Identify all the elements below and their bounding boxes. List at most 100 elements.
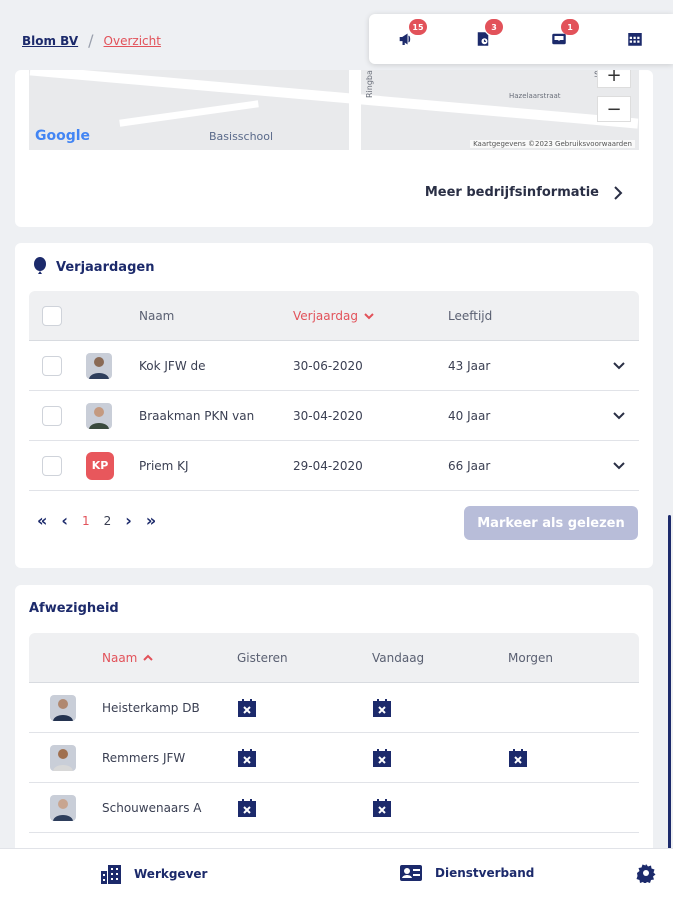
birthday-date: 30-06-2020	[293, 358, 363, 373]
birthdays-title-text: Verjaardagen	[56, 259, 155, 275]
employer-nav-button[interactable]: Werkgever	[100, 863, 207, 885]
inbox-badge: 1	[561, 19, 579, 35]
breadcrumb-separator: /	[88, 31, 94, 50]
building-icon	[101, 865, 121, 884]
employee-age: 66 Jaar	[448, 458, 491, 473]
page-1-button[interactable]: 1	[82, 514, 90, 528]
employee-name: Priem KJ	[139, 458, 189, 473]
employee-age: 40 Jaar	[448, 408, 491, 423]
column-header-name[interactable]: Naam	[139, 309, 174, 323]
first-page-button[interactable]: «	[37, 511, 47, 530]
table-row: Remmers JFW	[29, 733, 639, 783]
birthday-date: 30-04-2020	[293, 408, 363, 423]
avatar-initials: KP	[86, 451, 114, 480]
column-header-age[interactable]: Leeftijd	[448, 309, 492, 323]
scrollbar-thumb[interactable]	[668, 515, 671, 855]
map-road	[349, 70, 361, 150]
column-header-birthday-label: Verjaardag	[293, 308, 358, 323]
employment-nav-button[interactable]: Dienstverband	[399, 863, 534, 883]
employee-name: Braakman PKN van	[139, 408, 255, 423]
table-row: Schouwenaars A	[29, 783, 639, 833]
bottom-navigation: Werkgever Dienstverband	[0, 848, 673, 900]
chevron-down-icon[interactable]	[613, 411, 625, 420]
employee-name: Remmers JFW	[102, 750, 186, 765]
employment-nav-label: Dienstverband	[435, 866, 535, 880]
documents-badge: 3	[485, 19, 503, 35]
absent-calendar-icon	[509, 748, 527, 767]
gear-icon	[636, 864, 656, 883]
birthdays-table: Naam Verjaardag Leeftijd Kok JFW de 30-0…	[29, 291, 639, 491]
map-attribution[interactable]: Kaartgegevens ©2023 Gebruiksvoorwaarden	[470, 140, 635, 148]
pagination: « ‹ 1 2 › »	[37, 511, 156, 530]
birthday-date: 29-04-2020	[293, 458, 363, 473]
select-all-checkbox[interactable]	[42, 305, 62, 326]
row-checkbox[interactable]	[42, 455, 62, 476]
table-row[interactable]: Kok JFW de 30-06-2020 43 Jaar	[29, 341, 639, 391]
chevron-down-icon[interactable]	[613, 361, 625, 370]
calendar-button[interactable]	[619, 23, 651, 55]
breadcrumb: Blom BV / Overzicht	[22, 31, 161, 50]
balloon-icon	[34, 257, 46, 274]
page-2-button[interactable]: 2	[104, 514, 112, 528]
avatar	[86, 352, 112, 379]
absent-calendar-icon	[238, 748, 256, 767]
absent-calendar-icon	[238, 698, 256, 717]
next-page-button[interactable]: ›	[125, 511, 132, 530]
column-header-name[interactable]: Naam	[102, 650, 154, 665]
avatar	[50, 744, 76, 771]
table-header: Naam Gisteren Vandaag Morgen	[29, 633, 639, 683]
employee-name: Kok JFW de	[139, 358, 206, 373]
map-zoom-out-button[interactable]: −	[597, 96, 631, 122]
id-card-icon	[400, 865, 422, 881]
company-info-card: Ringbaan West Hazelaarstraat Basisschool…	[15, 70, 653, 227]
table-row: Heisterkamp DB	[29, 683, 639, 733]
table-header: Naam Verjaardag Leeftijd	[29, 291, 639, 341]
employee-age: 43 Jaar	[448, 358, 491, 373]
avatar	[50, 794, 76, 821]
employee-name: Heisterkamp DB	[102, 700, 200, 715]
announcements-button[interactable]: 15	[391, 19, 427, 55]
announcements-badge: 15	[409, 19, 427, 35]
more-company-info-label: Meer bedrijfsinformatie	[424, 185, 599, 200]
column-header-name-label: Naam	[102, 650, 138, 665]
birthdays-card: Verjaardagen Naam Verjaardag Leeftijd Ko…	[15, 243, 653, 568]
absent-calendar-icon	[373, 748, 391, 767]
absent-calendar-icon	[373, 798, 391, 817]
column-header-today: Vandaag	[372, 650, 425, 665]
mark-as-read-button[interactable]: Markeer als gelezen	[464, 506, 638, 540]
employer-nav-label: Werkgever	[134, 867, 208, 881]
absence-table: Naam Gisteren Vandaag Morgen Heisterkamp…	[29, 633, 639, 833]
previous-page-button[interactable]: ‹	[61, 511, 68, 530]
documents-button[interactable]: 3	[467, 19, 503, 55]
chevron-down-icon	[364, 312, 374, 319]
last-page-button[interactable]: »	[146, 511, 156, 530]
breadcrumb-current[interactable]: Overzicht	[104, 34, 161, 48]
map-poi-label: Basisschool	[209, 130, 274, 143]
breadcrumb-home-link[interactable]: Blom BV	[22, 34, 78, 48]
chevron-down-icon[interactable]	[613, 461, 625, 470]
avatar	[86, 402, 112, 429]
table-row[interactable]: Braakman PKN van 30-04-2020 40 Jaar	[29, 391, 639, 441]
column-header-birthday[interactable]: Verjaardag	[293, 309, 374, 323]
absence-card: Afwezigheid Naam Gisteren Vandaag Morgen…	[15, 585, 653, 855]
map-zoom-in-button[interactable]: +	[597, 70, 631, 88]
table-row[interactable]: KP Priem KJ 29-04-2020 66 Jaar	[29, 441, 639, 491]
google-logo: Google	[35, 128, 91, 144]
absent-calendar-icon	[373, 698, 391, 717]
row-checkbox[interactable]	[42, 355, 62, 376]
absent-calendar-icon	[238, 798, 256, 817]
calendar-icon	[628, 33, 642, 46]
row-checkbox[interactable]	[42, 405, 62, 426]
top-action-bar: 15 3 1	[369, 14, 673, 64]
settings-button[interactable]	[636, 863, 656, 883]
location-map[interactable]: Ringbaan West Hazelaarstraat Basisschool…	[29, 70, 639, 150]
map-road	[119, 100, 259, 127]
birthdays-title: Verjaardagen	[32, 257, 154, 277]
chevron-right-icon	[614, 185, 623, 200]
more-company-info-link[interactable]: Meer bedrijfsinformatie	[425, 185, 623, 200]
inbox-button[interactable]: 1	[543, 19, 579, 55]
column-header-yesterday: Gisteren	[237, 650, 288, 665]
column-header-tomorrow: Morgen	[508, 650, 554, 665]
employee-name: Schouwenaars A	[102, 800, 202, 815]
avatar	[50, 694, 76, 721]
